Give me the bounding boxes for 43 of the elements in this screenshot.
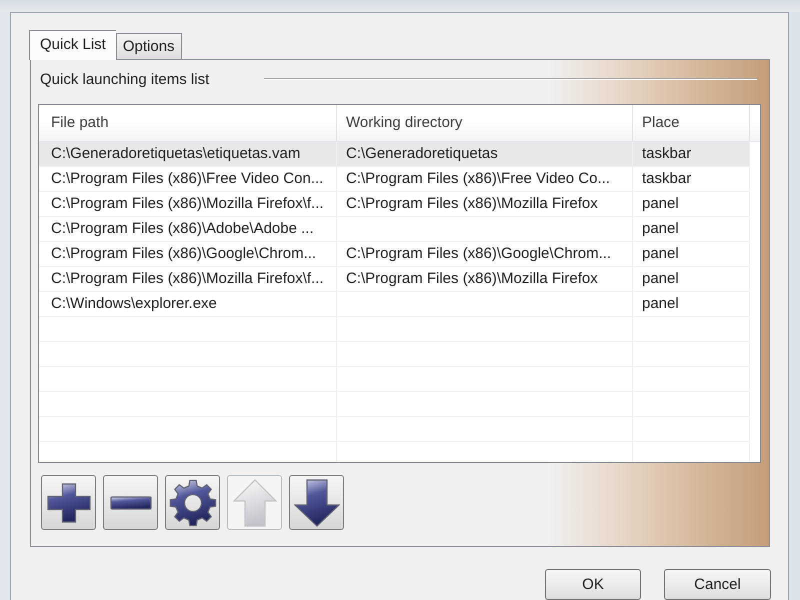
gear-icon (168, 478, 216, 526)
table-cell: C:\Program Files (x86)\Free Video Con... (39, 167, 337, 191)
table-cell: panel (633, 217, 750, 241)
column-header[interactable]: File path (39, 105, 337, 141)
tab[interactable]: Quick List (29, 30, 116, 60)
list-row[interactable]: C:\Windows\explorer.exe panel (39, 292, 750, 317)
tab[interactable]: Options (116, 33, 182, 59)
list-row[interactable]: C:\Program Files (x86)\Mozilla Firefox\f... C:\Program Files (x86)\Mozilla Firefox panel (39, 267, 750, 292)
table-cell: taskbar (633, 142, 750, 166)
ok-button[interactable]: OK (545, 569, 641, 600)
table-cell: C:\Program Files (x86)\Free Video Co... (337, 167, 633, 191)
table-cell: C:\Program Files (x86)\Google\Chrom... (337, 242, 633, 266)
table-cell: C:\Program Files (x86)\Mozilla Firefox (337, 192, 633, 216)
list-row[interactable]: C:\Generadoretiquetas\etiquetas.vam C:\Generadoretiquetas taskbar (39, 142, 750, 167)
settings-button[interactable] (165, 475, 220, 530)
remove-button[interactable] (103, 475, 158, 530)
table-cell: panel (633, 292, 750, 316)
table-cell: panel (633, 267, 750, 291)
minus-icon (110, 496, 152, 510)
column-header[interactable]: Place (633, 105, 750, 141)
table-cell: C:\Generadoretiquetas (337, 142, 633, 166)
table-cell: panel (633, 192, 750, 216)
column-header[interactable]: Working directory (337, 105, 633, 141)
table-cell: C:\Generadoretiquetas\etiquetas.vam (39, 142, 337, 166)
cancel-button[interactable]: Cancel (664, 569, 771, 600)
list-row[interactable]: C:\Program Files (x86)\Google\Chrom... C:\Program Files (x86)\Google\Chrom... panel (39, 242, 750, 267)
table-cell: C:\Program Files (x86)\Mozilla Firefox (337, 267, 633, 291)
plus-icon (46, 482, 90, 522)
table-cell: C:\Program Files (x86)\Mozilla Firefox\f... (39, 192, 337, 216)
table-cell: taskbar (633, 167, 750, 191)
list-row[interactable]: C:\Program Files (x86)\Adobe\Adobe ... panel (39, 217, 750, 242)
table-cell: C:\Program Files (x86)\Google\Chrom... (39, 242, 337, 266)
table-cell: C:\Program Files (x86)\Adobe\Adobe ... (39, 217, 337, 241)
section-title: Quick launching items list (40, 70, 210, 88)
down-arrow-icon (294, 478, 340, 526)
table-cell: C:\Windows\explorer.exe (39, 292, 337, 316)
table-cell: C:\Program Files (x86)\Mozilla Firefox\f... (39, 267, 337, 291)
list-row[interactable]: C:\Program Files (x86)\Free Video Con... C:\Program Files (x86)\Free Video Co... taskbar (39, 167, 750, 192)
list-row[interactable]: C:\Program Files (x86)\Mozilla Firefox\f... C:\Program Files (x86)\Mozilla Firefox panel (39, 192, 750, 217)
table-cell: panel (633, 242, 750, 266)
up-arrow-icon (232, 478, 276, 526)
add-button[interactable] (41, 475, 96, 530)
move-down-button[interactable] (289, 475, 344, 530)
